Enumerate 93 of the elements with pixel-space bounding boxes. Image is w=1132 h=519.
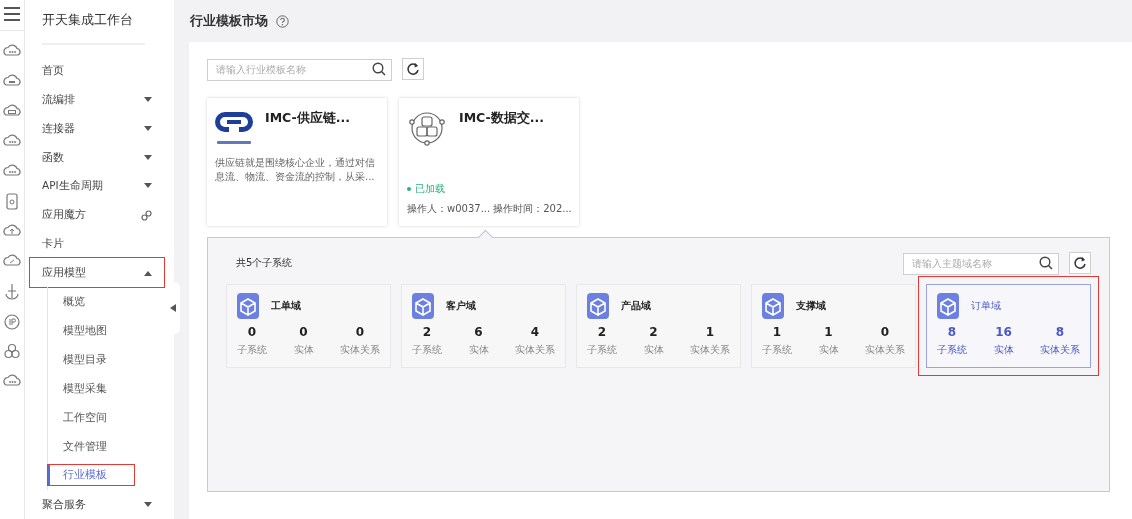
nav-item[interactable]: API生命周期 — [30, 172, 164, 201]
stat-label: 子系统 — [412, 343, 442, 357]
status-text: 已加载 — [415, 182, 445, 196]
refresh-icon — [406, 62, 420, 76]
domain-card[interactable]: 产品域 2 子系统 2 实体 1 实体关系 — [576, 284, 741, 368]
template-name: IMC-供应链... — [265, 110, 350, 127]
cube-icon — [412, 293, 434, 319]
stat-value: 8 — [947, 325, 957, 339]
domain-card[interactable]: 订单域 8 子系统 16 实体 8 实体关系 — [926, 284, 1091, 368]
operator-text: 操作人：w0037... — [407, 202, 491, 216]
refresh-button[interactable] — [1069, 252, 1091, 274]
stat-label: 实体关系 — [690, 343, 730, 357]
nav-item[interactable]: 连接器 — [30, 114, 164, 144]
stat-label: 实体 — [468, 343, 489, 357]
caret-up-icon — [144, 269, 152, 276]
stat-label: 实体关系 — [515, 343, 555, 357]
status-dot — [407, 187, 411, 191]
search-icon[interactable] — [1039, 256, 1053, 270]
nav-item[interactable]: 聚合服务 — [30, 490, 164, 519]
stat-value: 4 — [530, 325, 540, 339]
stat-label: 子系统 — [937, 343, 967, 357]
stat-value: 2 — [649, 325, 658, 339]
caret-down-icon — [144, 125, 152, 132]
stat-label: 实体关系 — [340, 343, 380, 357]
stat-value: 2 — [422, 325, 432, 339]
nav-subitem[interactable]: 工作空间 — [48, 403, 150, 433]
stat-value: 16 — [995, 325, 1012, 339]
domain-name: 工单域 — [271, 299, 301, 313]
stat-value: 2 — [597, 325, 607, 339]
stat-label: 实体 — [818, 343, 839, 357]
nav-item[interactable]: 应用模型 — [30, 258, 164, 288]
nav-item[interactable]: 首页 — [30, 56, 164, 86]
stat-label: 实体关系 — [865, 343, 905, 357]
stat-value: 8 — [1055, 325, 1065, 339]
stat-value: 0 — [355, 325, 365, 339]
menu-icon[interactable] — [3, 6, 21, 22]
stat-label: 实体 — [993, 343, 1014, 357]
nav-subitem[interactable]: 概览 — [48, 287, 150, 317]
cube-icon — [587, 293, 609, 319]
nav-subitem[interactable]: 模型目录 — [48, 345, 150, 375]
anchor-icon[interactable] — [2, 282, 22, 302]
cube-icon — [762, 293, 784, 319]
subsystem-count: 共5个子系统 — [236, 256, 293, 270]
stat-label: 实体 — [643, 343, 664, 357]
refresh-button[interactable] — [402, 58, 424, 80]
stat-value: 1 — [772, 325, 782, 339]
domain-card[interactable]: 工单域 0 子系统 0 实体 0 实体关系 — [226, 284, 391, 368]
stat-label: 子系统 — [587, 343, 617, 357]
collapse-icon[interactable] — [170, 304, 176, 312]
stat-value: 1 — [824, 325, 833, 339]
nav-subitem[interactable]: 文件管理 — [48, 432, 150, 462]
stat-label: 子系统 — [237, 343, 267, 357]
caret-down-icon — [144, 154, 152, 161]
stat-value: 1 — [705, 325, 715, 339]
template-description: 供应链就是围绕核心企业，通过对信息流、物流、资金流的控制，从采... — [215, 156, 376, 184]
nav-item[interactable]: 应用魔方 — [30, 200, 164, 230]
template-card[interactable]: IMC-数据交... 已加载 操作人：w0037... 操作时间：202... — [399, 98, 579, 226]
help-icon[interactable] — [276, 14, 289, 28]
stat-value: 0 — [880, 325, 890, 339]
nav-item[interactable]: 函数 — [30, 143, 164, 173]
stat-label: 实体关系 — [1040, 343, 1080, 357]
domain-name: 产品域 — [621, 299, 651, 313]
cube-icon — [937, 293, 959, 319]
search-field[interactable]: 请输入主题域名称 — [903, 252, 1059, 275]
nav-item[interactable]: 卡片 — [30, 229, 164, 259]
template-card[interactable]: IMC-供应链... 供应链就是围绕核心企业，通过对信息流、物流、资金流的控制，从采... — [207, 98, 387, 226]
cube-icon — [237, 293, 259, 319]
nav-item[interactable]: 流编排 — [30, 85, 164, 115]
domain-card[interactable]: 客户域 2 子系统 6 实体 4 实体关系 — [401, 284, 566, 368]
domain-name: 订单域 — [971, 299, 1001, 313]
domain-name: 客户域 — [446, 299, 476, 313]
template-name: IMC-数据交... — [459, 110, 544, 127]
nav-subitem[interactable]: 模型采集 — [48, 374, 150, 404]
nav-subitem[interactable]: 模型地图 — [48, 316, 150, 346]
domain-name: 支撑域 — [796, 299, 826, 313]
search-field[interactable]: 请输入行业模板名称 — [207, 58, 392, 81]
stat-value: 0 — [299, 325, 308, 339]
ip-icon[interactable] — [2, 312, 22, 332]
refresh-icon — [1073, 256, 1087, 270]
caret-down-icon — [144, 183, 152, 190]
page-title: 行业模板市场 — [190, 12, 268, 30]
caret-down-icon — [144, 97, 152, 104]
nav-subitem[interactable]: 行业模板 — [48, 465, 134, 486]
time-text: 操作时间：202... — [493, 202, 572, 216]
stat-value: 0 — [247, 325, 257, 339]
search-icon[interactable] — [372, 62, 386, 76]
app-title: 开天集成工作台 — [42, 12, 134, 29]
stat-value: 6 — [474, 325, 483, 339]
link-icon — [141, 209, 152, 221]
domain-card[interactable]: 支撑域 1 子系统 1 实体 0 实体关系 — [751, 284, 916, 368]
caret-down-icon — [144, 501, 152, 508]
stat-label: 子系统 — [762, 343, 792, 357]
stat-label: 实体 — [293, 343, 314, 357]
